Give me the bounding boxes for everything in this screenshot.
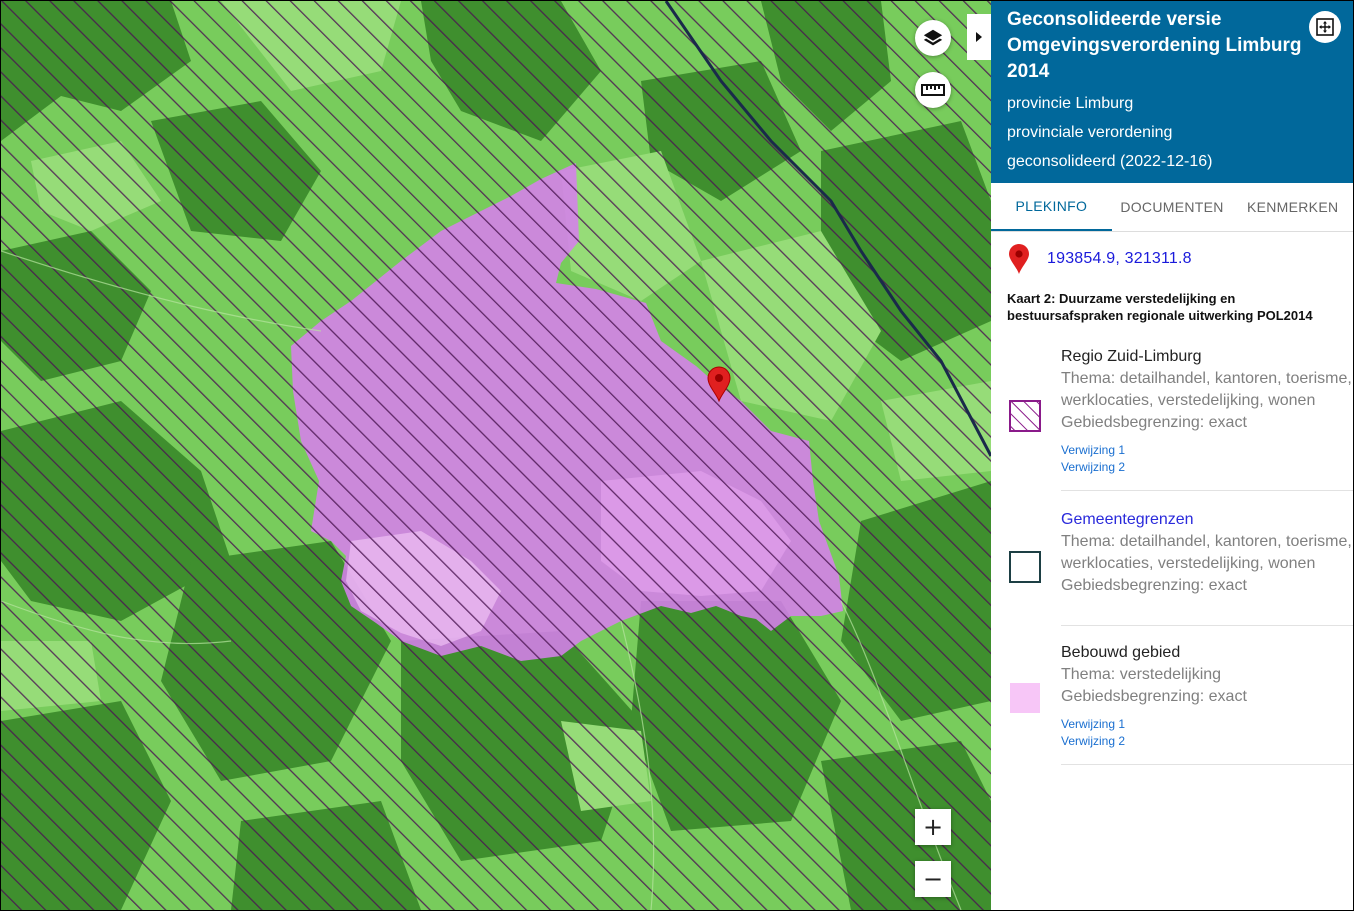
legend-name: Bebouwd gebied [1061, 644, 1181, 661]
legend-theme: Thema: verstedelijking [1061, 666, 1222, 683]
fullscreen-button[interactable] [1309, 11, 1341, 43]
legend-name: Regio Zuid-Limburg [1061, 348, 1202, 365]
authority-label: provincie Limburg [1007, 95, 1134, 112]
info-panel: Geconsolideerde versie Omgevingsverorden… [991, 1, 1353, 910]
tab-plekinfo[interactable]: PLEKINFO [991, 183, 1112, 231]
layers-button[interactable] [915, 20, 951, 56]
region-hatch [1, 1, 991, 910]
map-section-title: Kaart 2: Duurzame verstedelijking en bes… [1007, 291, 1313, 323]
status-label: geconsolideerd (2022-12-16) [1007, 153, 1213, 170]
reference-link-2[interactable]: Verwijzing 2 [1061, 733, 1353, 750]
reference-link-1[interactable]: Verwijzing 1 [1061, 716, 1353, 733]
tab-kenmerken[interactable]: KENMERKEN [1232, 183, 1353, 231]
zoom-out-button[interactable]: − [915, 861, 951, 897]
map-canvas[interactable] [1, 1, 991, 910]
app-frame: + − Geconsolideerde versie Omgevingsvero… [0, 0, 1354, 911]
chevron-right-icon [976, 32, 982, 42]
map-marker-icon [1009, 244, 1029, 274]
legend-item: Gemeentegrenzen Thema: detailhandel, kan… [1009, 491, 1353, 626]
document-title: Geconsolideerde versie Omgevingsverorden… [1007, 9, 1302, 82]
outline-square-icon [1009, 551, 1041, 583]
ruler-icon [921, 84, 945, 96]
collapse-panel-button[interactable] [967, 14, 991, 60]
pink-fill-icon [1010, 683, 1040, 713]
layers-icon [923, 29, 943, 46]
legend-list: Regio Zuid-Limburg Thema: detailhandel, … [991, 324, 1353, 765]
zoom-in-button[interactable]: + [915, 809, 951, 845]
legend-theme: Thema: detailhandel, kantoren, toerisme,… [1061, 533, 1352, 572]
tab-documenten[interactable]: DOCUMENTEN [1112, 183, 1233, 231]
legend-item: Bebouwd gebied Thema: verstedelijking Ge… [1010, 626, 1353, 765]
document-type-label: provinciale verordening [1007, 124, 1173, 141]
location-row: 193854.9, 321311.8 [991, 232, 1353, 274]
reference-link-1[interactable]: Verwijzing 1 [1061, 442, 1353, 459]
map-view[interactable]: + − [1, 1, 991, 910]
hatch-symbol-icon [1009, 400, 1041, 432]
legend-name-link[interactable]: Gemeentegrenzen [1061, 509, 1353, 531]
legend-boundary: Gebiedsbegrenzing: exact [1061, 414, 1247, 431]
reference-link-2[interactable]: Verwijzing 2 [1061, 459, 1353, 476]
tab-bar: PLEKINFO DOCUMENTEN KENMERKEN [991, 183, 1353, 232]
panel-header: Geconsolideerde versie Omgevingsverorden… [991, 1, 1353, 183]
legend-boundary: Gebiedsbegrenzing: exact [1061, 688, 1247, 705]
expand-icon [1316, 18, 1334, 36]
coordinates-text[interactable]: 193854.9, 321311.8 [1047, 250, 1192, 268]
measure-button[interactable] [915, 72, 951, 108]
legend-item: Regio Zuid-Limburg Thema: detailhandel, … [1009, 346, 1353, 491]
legend-boundary: Gebiedsbegrenzing: exact [1061, 577, 1247, 594]
legend-theme: Thema: detailhandel, kantoren, toerisme,… [1061, 370, 1352, 409]
